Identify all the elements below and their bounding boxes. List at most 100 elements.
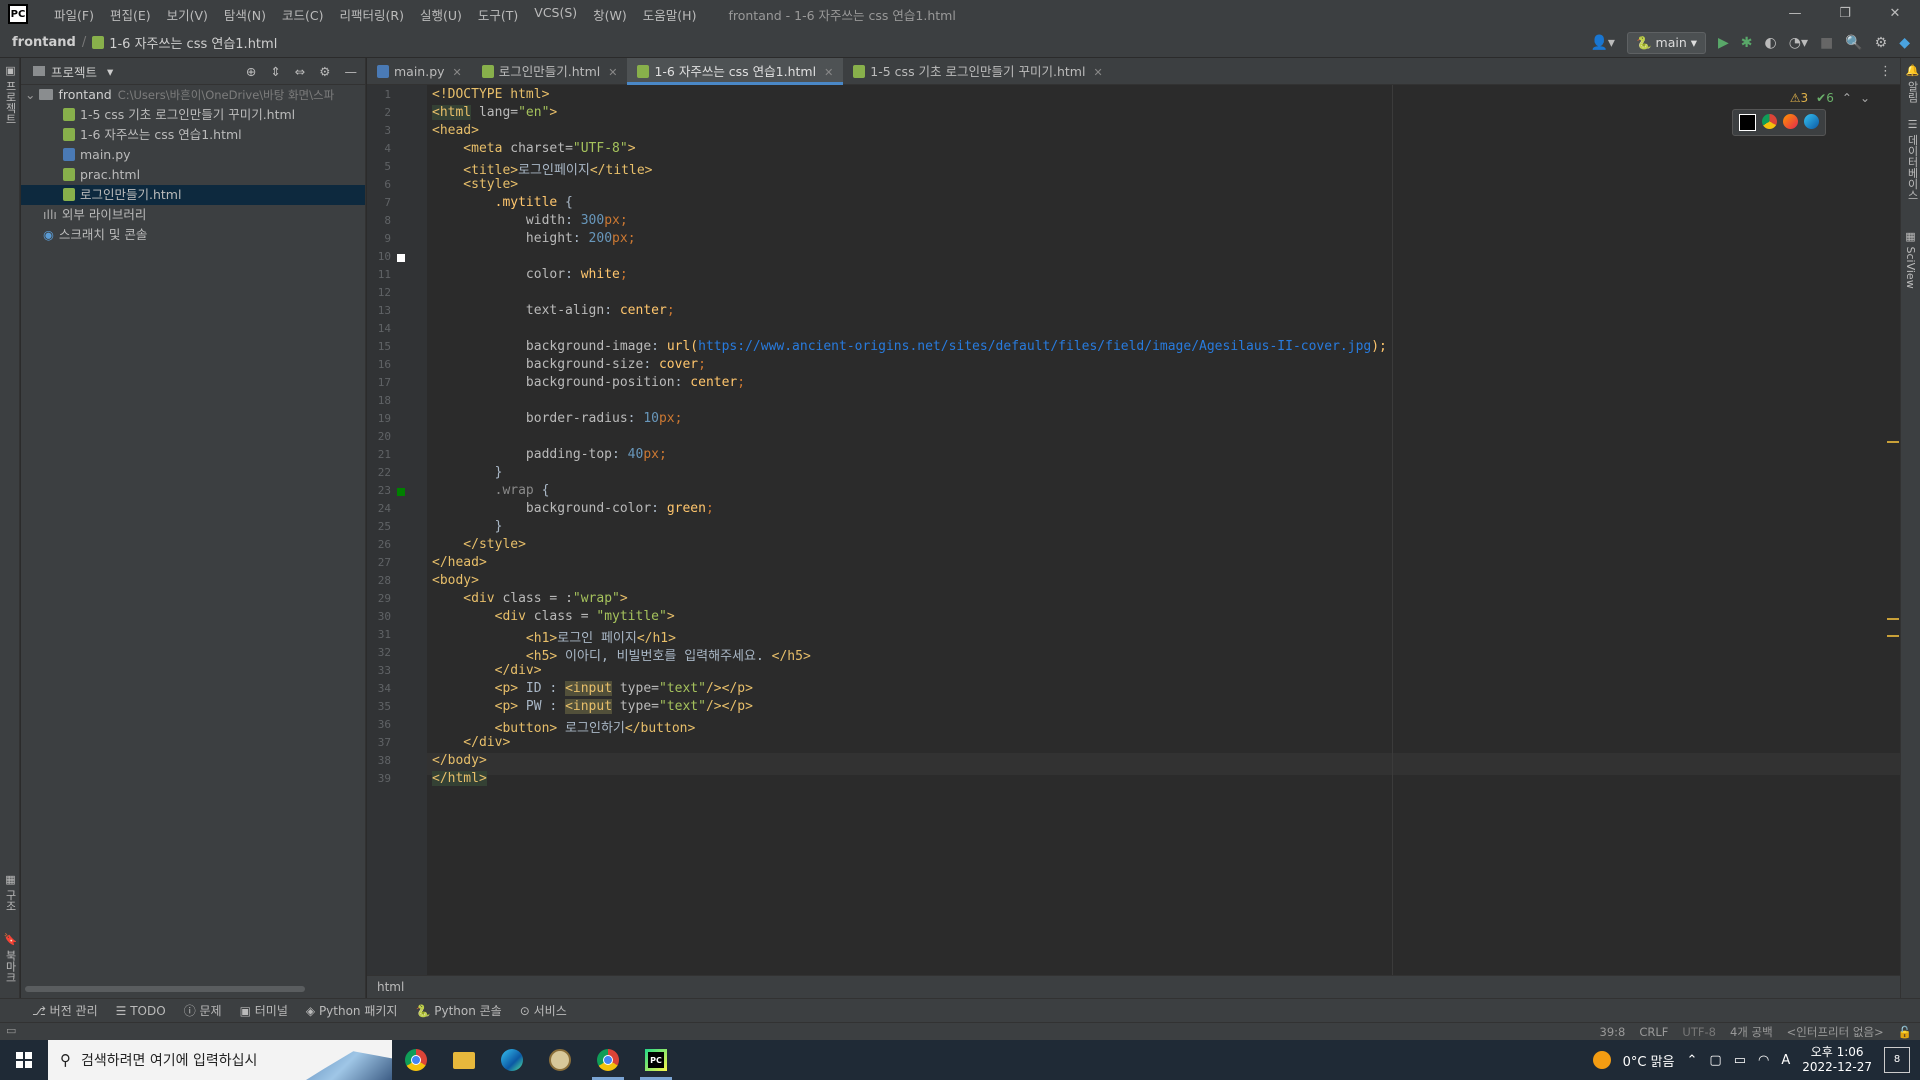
user-icon[interactable]: 👤▾ bbox=[1591, 35, 1615, 51]
menu-window[interactable]: 창(W) bbox=[585, 5, 635, 24]
scroll-marker[interactable] bbox=[1887, 618, 1899, 620]
taskbar-chrome-profile[interactable] bbox=[584, 1040, 632, 1080]
stop-icon[interactable]: ■ bbox=[1820, 35, 1833, 51]
breadcrumb-item[interactable]: html bbox=[377, 980, 404, 994]
tool-problems[interactable]: ⓘ 문제 bbox=[184, 1002, 222, 1019]
weather-sun-icon[interactable] bbox=[1592, 1051, 1611, 1069]
tool-version-control[interactable]: ⎇ 버전 관리 bbox=[32, 1002, 98, 1019]
debug-icon[interactable]: ✱ bbox=[1741, 35, 1753, 51]
locate-icon[interactable]: ⊕ bbox=[246, 64, 256, 79]
collapse-all-icon[interactable]: ⇔ bbox=[295, 64, 305, 79]
chrome-icon[interactable] bbox=[1762, 114, 1777, 129]
coverage-icon[interactable]: ◐ bbox=[1765, 35, 1777, 51]
warning-count[interactable]: ⚠3 bbox=[1790, 91, 1808, 105]
wifi-icon[interactable]: ◠ bbox=[1758, 1053, 1769, 1068]
project-tool-window-button[interactable]: ▣ 프로젝트 bbox=[2, 64, 18, 125]
tree-external-libraries[interactable]: ıllı 외부 라이브러리 bbox=[21, 205, 365, 225]
weak-warning-count[interactable]: ✔6 bbox=[1816, 91, 1834, 105]
menu-run[interactable]: 실행(U) bbox=[412, 5, 470, 24]
chevron-up-icon[interactable]: ⌃ bbox=[1687, 1053, 1698, 1068]
chevron-up-icon[interactable]: ⌃ bbox=[1842, 91, 1852, 105]
clock[interactable]: 오후 1:06 2022-12-27 bbox=[1802, 1045, 1872, 1075]
taskbar-search-box[interactable]: ⚲ 검색하려면 여기에 입력하십시 bbox=[48, 1040, 392, 1080]
meet-icon[interactable]: ▢ bbox=[1709, 1053, 1721, 1068]
taskbar-file-explorer[interactable] bbox=[440, 1040, 488, 1080]
scroll-marker[interactable] bbox=[1887, 441, 1899, 443]
database-tool-button[interactable]: ☰ 데이터베이스 bbox=[1904, 118, 1920, 201]
run-icon[interactable]: ▶ bbox=[1718, 35, 1729, 51]
tool-python-console[interactable]: 🐍 Python 콘솔 bbox=[415, 1002, 501, 1019]
project-panel-title[interactable]: 프로젝트 bbox=[51, 62, 97, 81]
close-button[interactable]: ✕ bbox=[1870, 0, 1920, 28]
firefox-icon[interactable] bbox=[1783, 114, 1798, 129]
menu-view[interactable]: 보기(V) bbox=[159, 5, 216, 24]
tree-file-item[interactable]: main.py bbox=[21, 145, 365, 165]
close-icon[interactable]: ✕ bbox=[453, 66, 462, 79]
tree-file-item[interactable]: 1-6 자주쓰는 css 연습1.html bbox=[21, 125, 365, 145]
tool-todo[interactable]: ☰ TODO bbox=[116, 1004, 166, 1018]
tab-main-py[interactable]: main.py ✕ bbox=[367, 58, 472, 85]
tree-file-item-selected[interactable]: 로그인만들기.html bbox=[21, 185, 365, 205]
file-encoding[interactable]: UTF-8 bbox=[1682, 1023, 1716, 1041]
chevron-down-icon[interactable]: ⌄ bbox=[1860, 91, 1870, 105]
tab-css-practice-active[interactable]: 1-6 자주쓰는 css 연습1.html ✕ bbox=[627, 58, 844, 85]
tree-scratches[interactable]: ◉ 스크래치 및 콘솔 bbox=[21, 225, 365, 245]
color-swatch-green-icon[interactable] bbox=[397, 488, 405, 496]
menu-code[interactable]: 코드(C) bbox=[274, 5, 331, 24]
menu-navigate[interactable]: 탐색(N) bbox=[216, 5, 274, 24]
tool-python-packages[interactable]: ◈ Python 패키지 bbox=[306, 1002, 398, 1019]
start-button[interactable] bbox=[0, 1040, 48, 1080]
jetbrains-icon[interactable]: ◆ bbox=[1899, 35, 1910, 51]
editor-breadcrumb[interactable]: html bbox=[367, 975, 1900, 998]
inspection-widget[interactable]: ⚠3 ✔6 ⌃ ⌄ bbox=[1790, 91, 1870, 105]
hide-icon[interactable]: — bbox=[345, 64, 358, 79]
gear-icon[interactable]: ⚙ bbox=[1875, 35, 1888, 51]
more-tabs-icon[interactable]: ⋮ bbox=[1879, 58, 1892, 85]
tree-root-folder[interactable]: ⌄ frontand C:\Users\바흔이\OneDrive\바탕 화면\스파 bbox=[21, 85, 365, 105]
menu-file[interactable]: 파일(F) bbox=[46, 5, 102, 24]
notification-center-icon[interactable]: 8 bbox=[1884, 1047, 1910, 1073]
pycharm-logo-icon[interactable]: PC bbox=[8, 4, 28, 24]
scroll-marker[interactable] bbox=[1887, 635, 1899, 637]
expand-all-icon[interactable]: ⇕ bbox=[270, 64, 280, 79]
breadcrumb-project[interactable]: frontand bbox=[12, 35, 76, 50]
line-separator[interactable]: CRLF bbox=[1639, 1023, 1668, 1041]
toggle-tool-windows-icon[interactable]: ▭ bbox=[6, 1024, 16, 1037]
lock-icon[interactable]: 🔓 bbox=[1898, 1023, 1912, 1041]
chevron-down-icon[interactable]: ▾ bbox=[107, 64, 113, 79]
menu-edit[interactable]: 편집(E) bbox=[102, 5, 159, 24]
notifications-tool-button[interactable]: 🔔 알림 bbox=[1904, 64, 1920, 103]
search-icon[interactable]: 🔍 bbox=[1845, 35, 1862, 51]
bookmarks-tool-window-button[interactable]: 🔖 북마크 bbox=[2, 933, 18, 983]
tree-file-item[interactable]: 1-5 css 기초 로그인만들기 꾸미기.html bbox=[21, 105, 365, 125]
pycharm-browser-icon[interactable] bbox=[1739, 114, 1756, 131]
menu-refactor[interactable]: 리팩터링(R) bbox=[332, 5, 412, 24]
editor-gutter[interactable]: 1 2 3 4 5 6 7 8 9 10 11 12 13 14 15 16 1… bbox=[367, 85, 427, 975]
tab-login-html[interactable]: 로그인만들기.html ✕ bbox=[472, 58, 628, 85]
taskbar-owl-app[interactable] bbox=[536, 1040, 584, 1080]
menu-tools[interactable]: 도구(T) bbox=[470, 5, 526, 24]
minimize-button[interactable]: — bbox=[1770, 0, 1820, 28]
edge-icon[interactable] bbox=[1804, 114, 1819, 129]
color-swatch-white-icon[interactable] bbox=[397, 254, 405, 262]
battery-icon[interactable]: ▭ bbox=[1734, 1053, 1746, 1068]
weather-text[interactable]: 0°C 맑음 bbox=[1623, 1051, 1675, 1070]
close-icon[interactable]: ✕ bbox=[824, 66, 833, 79]
restore-button[interactable]: ❐ bbox=[1820, 0, 1870, 28]
taskbar-edge[interactable] bbox=[488, 1040, 536, 1080]
profile-icon[interactable]: ◔▾ bbox=[1789, 35, 1808, 51]
tab-css-login-decorate[interactable]: 1-5 css 기초 로그인만들기 꾸미기.html ✕ bbox=[843, 58, 1112, 85]
ime-icon[interactable]: A bbox=[1781, 1053, 1790, 1068]
caret-position[interactable]: 39:8 bbox=[1600, 1023, 1626, 1041]
interpreter-selector[interactable]: <인터프리터 없음> bbox=[1787, 1023, 1884, 1041]
sciview-tool-button[interactable]: ▦ SciView bbox=[1904, 230, 1917, 289]
tool-services[interactable]: ⊙ 서비스 bbox=[520, 1002, 567, 1019]
tool-terminal[interactable]: ▣ 터미널 bbox=[240, 1002, 288, 1019]
menu-help[interactable]: 도움말(H) bbox=[635, 5, 705, 24]
taskbar-chrome[interactable] bbox=[392, 1040, 440, 1080]
code-editor[interactable]: <!DOCTYPE html> <html lang="en"> <head> … bbox=[427, 85, 1900, 975]
close-icon[interactable]: ✕ bbox=[608, 66, 617, 79]
horizontal-scrollbar[interactable] bbox=[25, 986, 305, 992]
indent-setting[interactable]: 4개 공백 bbox=[1730, 1023, 1773, 1041]
breadcrumb-file[interactable]: 1-6 자주쓰는 css 연습1.html bbox=[109, 33, 277, 52]
